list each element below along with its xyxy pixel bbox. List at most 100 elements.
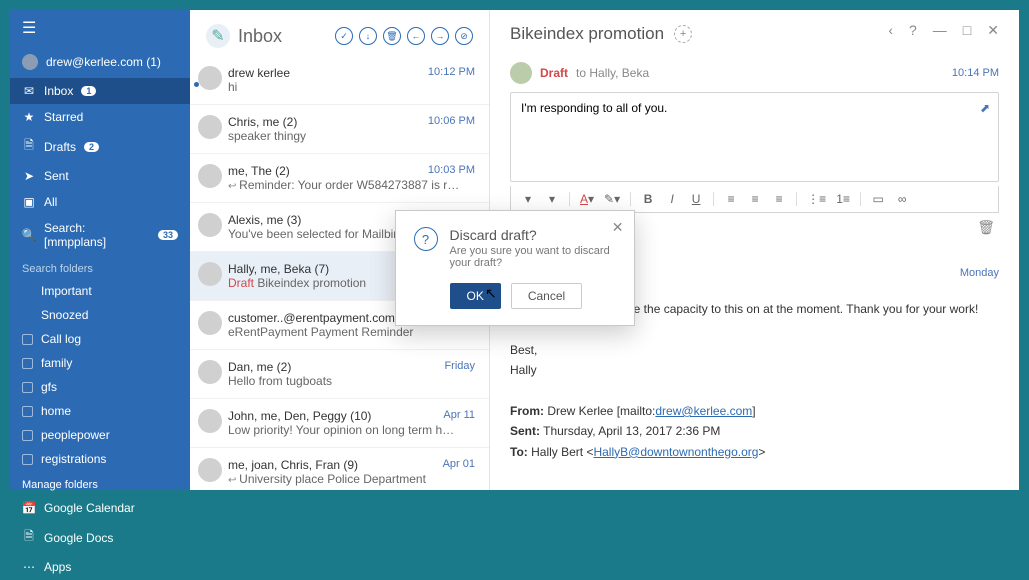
message-item[interactable]: Chris, me (2)speaker thingy10:06 PM — [190, 105, 489, 154]
folder-icon: 🗎 — [22, 136, 36, 157]
dialog-text: Are you sure you want to discard your dr… — [450, 245, 616, 269]
message-avatar — [198, 311, 222, 335]
sidebar: ☰ drew@kerlee.com (1) ✉Inbox1★Starred🗎Dr… — [10, 10, 190, 490]
toolbar-icon-4[interactable]: → — [431, 27, 449, 45]
folder-drafts[interactable]: 🗎Drafts2 — [10, 130, 190, 163]
compose-box[interactable]: I'm responding to all of you. ⬈ — [510, 92, 999, 182]
bullet-list-button[interactable]: ⋮≡ — [807, 192, 826, 206]
subfolder-gfs[interactable]: gfs — [10, 375, 190, 399]
toolbar-icon-1[interactable]: ↓ — [359, 27, 377, 45]
draft-to: to Hally, Beka — [576, 66, 649, 80]
folder-starred[interactable]: ★Starred — [10, 104, 190, 130]
toolbar-icon-3[interactable]: ← — [407, 27, 425, 45]
discard-draft-icon[interactable]: 🗑 — [977, 219, 995, 236]
folder-icon: ★ — [22, 110, 36, 124]
bottom-link-google-calendar[interactable]: 📅Google Calendar — [10, 495, 190, 521]
toolbar-icon-0[interactable]: ✓ — [335, 27, 353, 45]
message-time: 10:12 PM — [428, 66, 475, 78]
message-from: John, me, Den, Peggy (10) — [228, 409, 475, 423]
message-time: 10:06 PM — [428, 115, 475, 127]
subfolder-call-log[interactable]: Call log — [10, 327, 190, 351]
folder-sent[interactable]: ➤Sent — [10, 163, 190, 189]
account-avatar — [22, 54, 38, 70]
folder-inbox[interactable]: ✉Inbox1 — [10, 78, 190, 104]
link-button[interactable]: ∞ — [895, 192, 909, 206]
message-item[interactable]: John, me, Den, Peggy (10)Low priority! Y… — [190, 399, 489, 448]
subfolder-peoplepower[interactable]: peoplepower — [10, 423, 190, 447]
add-tag-button[interactable]: + — [674, 25, 692, 43]
underline-button[interactable]: U — [689, 192, 703, 206]
manage-folders[interactable]: Manage folders — [10, 471, 190, 495]
folder-icon: 🔍 — [22, 228, 36, 242]
message-item[interactable]: Dan, me (2)Hello from tugboatsFriday — [190, 350, 489, 399]
account-row[interactable]: drew@kerlee.com (1) — [10, 46, 190, 78]
draft-time: 10:14 PM — [952, 67, 999, 79]
checkbox-icon[interactable] — [22, 358, 33, 369]
align-left-button[interactable]: ≡ — [724, 192, 738, 206]
bottom-link-google-docs[interactable]: 🗎Google Docs — [10, 521, 190, 554]
folder-badge: 33 — [158, 230, 178, 240]
subject-text: Bikeindex promotion — [510, 24, 664, 44]
font-family-dropdown[interactable]: ▾ — [521, 192, 535, 206]
subfolder-home[interactable]: home — [10, 399, 190, 423]
message-avatar — [198, 213, 222, 237]
thread-date: Monday — [960, 267, 999, 279]
subfolder-family[interactable]: family — [10, 351, 190, 375]
message-item[interactable]: me, joan, Chris, Fran (9)↩ University pl… — [190, 448, 489, 490]
folder-search-mmpplans-[interactable]: 🔍Search: [mmpplans]33 — [10, 215, 190, 255]
align-right-button[interactable]: ≡ — [772, 192, 786, 206]
ok-button[interactable]: OK — [450, 283, 501, 309]
format-bar: ▾ ▾ A▾ ✎▾ B I U ≡ ≡ ≡ ⋮≡ 1≡ ▭ ∞ — [510, 186, 999, 213]
inbox-title: Inbox — [238, 26, 327, 47]
message-time: Apr 11 — [443, 409, 475, 421]
folder-icon: ▣ — [22, 195, 36, 209]
checkbox-icon[interactable] — [22, 334, 33, 345]
inbox-header: ✎ Inbox ✓ ↓ 🗑 ← → ⊘ — [190, 10, 489, 56]
checkbox-icon[interactable] — [22, 382, 33, 393]
cancel-button[interactable]: Cancel — [511, 283, 582, 309]
message-avatar — [198, 262, 222, 286]
message-subject: ↩ University place Police Department — [228, 472, 475, 486]
folder-badge: 1 — [81, 86, 96, 96]
message-time: 10:03 PM — [428, 164, 475, 176]
message-avatar — [198, 360, 222, 384]
inbox-toolbar: ✓ ↓ 🗑 ← → ⊘ — [335, 27, 473, 45]
subfolder-snoozed[interactable]: Snoozed — [10, 303, 190, 327]
message-avatar — [198, 115, 222, 139]
highlight-button[interactable]: ✎▾ — [604, 192, 620, 206]
folder-icon: ➤ — [22, 169, 36, 183]
message-item[interactable]: drew kerleehi10:12 PM — [190, 56, 489, 105]
font-size-dropdown[interactable]: ▾ — [545, 192, 559, 206]
checkbox-icon[interactable] — [22, 406, 33, 417]
question-icon: ? — [414, 227, 438, 251]
number-list-button[interactable]: 1≡ — [836, 192, 850, 206]
subfolder-registrations[interactable]: registrations — [10, 447, 190, 471]
message-subject: ↩ Reminder: Your order W584273887 is r… — [228, 178, 475, 192]
checkbox-icon[interactable] — [22, 454, 33, 465]
folder-badge: 2 — [84, 142, 99, 152]
image-button[interactable]: ▭ — [871, 192, 885, 206]
hamburger-icon[interactable]: ☰ — [10, 10, 190, 46]
compose-text: I'm responding to all of you. — [521, 101, 667, 115]
message-from: Dan, me (2) — [228, 360, 475, 374]
message-subject: Low priority! Your opinion on long term … — [228, 423, 475, 437]
subfolder-important[interactable]: Important — [10, 279, 190, 303]
font-color-button[interactable]: A▾ — [580, 192, 594, 206]
dialog-close-icon[interactable]: ✕ — [612, 219, 624, 236]
mailto-link[interactable]: drew@kerlee.com — [655, 404, 752, 418]
toolbar-icon-5[interactable]: ⊘ — [455, 27, 473, 45]
checkbox-icon[interactable] — [22, 430, 33, 441]
toolbar-icon-2[interactable]: 🗑 — [383, 27, 401, 45]
message-item[interactable]: me, The (2)↩ Reminder: Your order W58427… — [190, 154, 489, 203]
folder-icon: ✉ — [22, 84, 36, 98]
bottom-link-apps[interactable]: ⋯Apps — [10, 554, 190, 580]
folder-all[interactable]: ▣All — [10, 189, 190, 215]
popout-icon[interactable]: ⬈ — [980, 101, 990, 115]
bold-button[interactable]: B — [641, 192, 655, 206]
mailto-link-2[interactable]: HallyB@downtownonthego.org — [593, 445, 758, 459]
message-avatar — [198, 164, 222, 188]
align-center-button[interactable]: ≡ — [748, 192, 762, 206]
italic-button[interactable]: I — [665, 192, 679, 206]
message-subject: speaker thingy — [228, 129, 475, 143]
compose-icon[interactable]: ✎ — [206, 24, 230, 48]
